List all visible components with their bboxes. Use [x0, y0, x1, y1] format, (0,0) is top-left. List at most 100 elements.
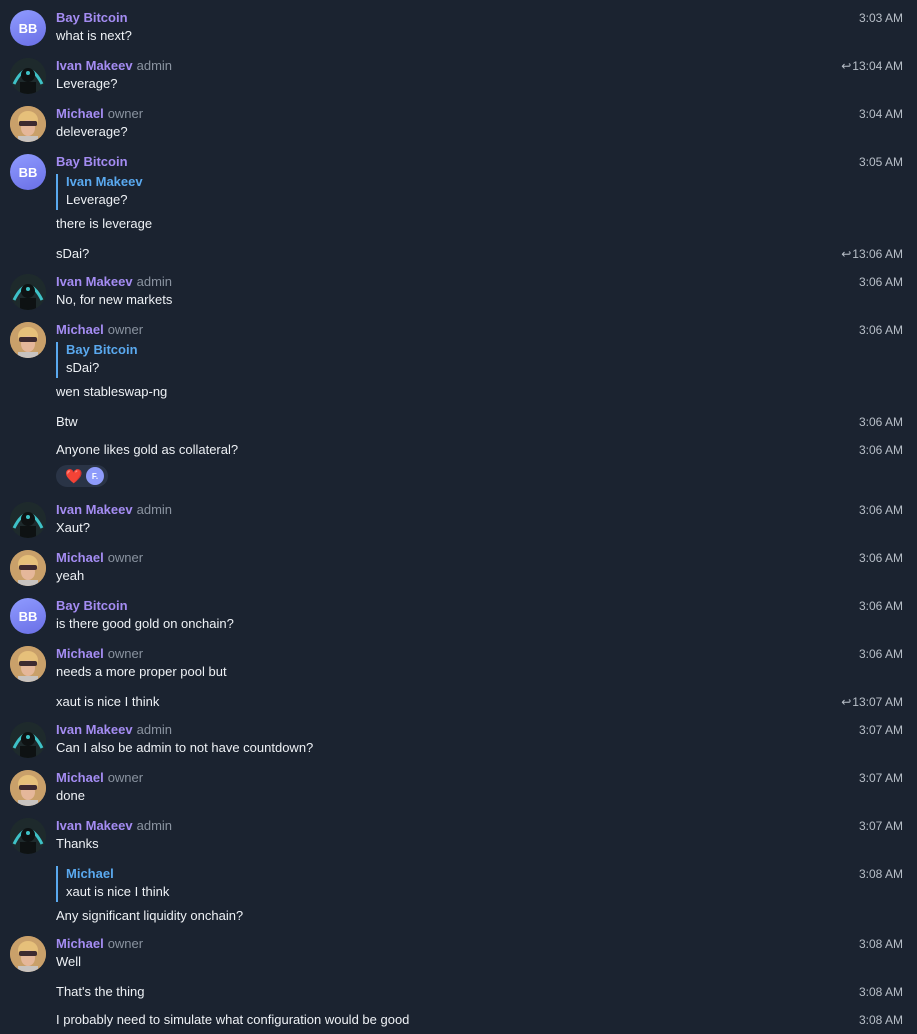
reactor-avatar: F.	[86, 467, 104, 485]
role-badge: admin	[136, 722, 173, 737]
message-text: wen stableswap-ng	[56, 384, 168, 399]
message-text: Can I also be admin to not have countdow…	[56, 740, 314, 755]
avatar[interactable]	[10, 106, 46, 142]
message-row: That's the thing 3:08 AM	[0, 982, 917, 1004]
quote-text: sDai?	[66, 360, 100, 375]
message-row: sDai? ↩13:06 AM	[0, 244, 917, 266]
message-time: 3:06 AM	[858, 551, 903, 565]
quoted-message[interactable]: Ivan Makeev Leverage?	[56, 174, 143, 210]
message-time: 3:06 AM	[858, 647, 903, 661]
message-row: Ivan Makeev admin No, for new markets 3:0…	[0, 272, 917, 316]
avatar[interactable]	[10, 58, 46, 94]
message-text: That's the thing	[56, 984, 145, 999]
message-time: 3:06 AM	[858, 443, 903, 457]
sender-name[interactable]: Michael owner	[56, 646, 143, 661]
message-row: I probably need to simulate what configu…	[0, 1010, 917, 1032]
message-time: 3:08 AM	[858, 985, 903, 999]
role-badge: owner	[107, 106, 144, 121]
role-badge: admin	[136, 502, 173, 517]
sender-name[interactable]: Michael owner	[56, 936, 143, 951]
avatar[interactable]	[10, 274, 46, 310]
message-time: 3:03 AM	[858, 11, 903, 25]
message-time: 3:06 AM	[858, 415, 903, 429]
message-text: Anyone likes gold as collateral?	[56, 442, 239, 457]
sender-name[interactable]: Michael owner	[56, 770, 143, 785]
message-text: Btw	[56, 414, 78, 429]
reply-arrow-icon: ↩	[841, 695, 852, 709]
avatar[interactable]: BB	[10, 598, 46, 634]
message-text: Leverage?	[56, 76, 118, 91]
reply-arrow-icon: ↩	[841, 59, 852, 73]
message-text: done	[56, 788, 85, 803]
sender-name[interactable]: Ivan Makeev admin	[56, 502, 172, 517]
avatar[interactable]	[10, 770, 46, 806]
message-time[interactable]: ↩13:06 AM	[841, 247, 903, 261]
avatar[interactable]	[10, 722, 46, 758]
message-time: 3:04 AM	[858, 107, 903, 121]
message-time: 3:05 AM	[858, 155, 903, 169]
message-text: yeah	[56, 568, 85, 583]
role-badge: owner	[107, 322, 144, 337]
message-time: 3:07 AM	[858, 771, 903, 785]
avatar[interactable]: BB	[10, 154, 46, 190]
message-time: 3:08 AM	[858, 867, 903, 881]
message-row: Ivan Makeev admin Xaut? 3:06 AM	[0, 500, 917, 544]
sender-name[interactable]: Bay Bitcoin	[56, 10, 128, 25]
reaction-chip[interactable]: ❤️ F.	[56, 465, 108, 487]
sender-name[interactable]: Ivan Makeev admin	[56, 274, 172, 289]
sender-name[interactable]: Michael owner	[56, 550, 143, 565]
message-time: 3:06 AM	[858, 275, 903, 289]
sender-name[interactable]: Ivan Makeev admin	[56, 818, 172, 833]
avatar[interactable]	[10, 936, 46, 972]
message-row: Michael owner deleverage? 3:04 AM	[0, 104, 917, 148]
quote-author: Michael	[66, 866, 114, 881]
message-text: needs a more proper pool but	[56, 664, 227, 679]
reply-count: 1	[852, 59, 859, 73]
role-badge: admin	[136, 58, 173, 73]
role-badge: admin	[136, 274, 173, 289]
message-time: 3:06 AM	[858, 323, 903, 337]
reply-arrow-icon: ↩	[841, 247, 852, 261]
quoted-message[interactable]: Bay Bitcoin sDai?	[56, 342, 138, 378]
quote-author: Ivan Makeev	[66, 174, 143, 189]
message-time: 3:08 AM	[858, 1013, 903, 1027]
role-badge: owner	[107, 770, 144, 785]
avatar[interactable]	[10, 646, 46, 682]
message-row: Ivan Makeev admin Leverage? ↩13:04 AM	[0, 56, 917, 100]
message-row: BB Bay Bitcoin what is next? 3:03 AM	[0, 8, 917, 52]
sender-name[interactable]: Bay Bitcoin	[56, 154, 128, 169]
message-time[interactable]: ↩13:04 AM	[841, 59, 903, 73]
sender-name[interactable]: Bay Bitcoin	[56, 598, 128, 613]
message-text: Any significant liquidity onchain?	[56, 908, 244, 923]
message-row: Anyone likes gold as collateral? 3:06 AM…	[0, 440, 917, 492]
message-row: Michael xaut is nice I think Any signifi…	[0, 864, 917, 926]
message-text: deleverage?	[56, 124, 128, 139]
avatar[interactable]	[10, 502, 46, 538]
message-row: Ivan Makeev admin Thanks 3:07 AM	[0, 816, 917, 860]
avatar[interactable]	[10, 322, 46, 358]
message-time: 3:08 AM	[858, 937, 903, 951]
quoted-message[interactable]: Michael xaut is nice I think	[56, 866, 169, 902]
heart-icon: ❤️	[65, 468, 83, 484]
role-badge: owner	[107, 646, 144, 661]
avatar[interactable]	[10, 550, 46, 586]
message-text: No, for new markets	[56, 292, 173, 307]
sender-name[interactable]: Michael owner	[56, 322, 143, 337]
message-row: xaut is nice I think ↩13:07 AM	[0, 692, 917, 714]
sender-name[interactable]: Ivan Makeev admin	[56, 58, 172, 73]
message-text: Well	[56, 954, 82, 969]
message-text: there is leverage	[56, 216, 153, 231]
role-badge: admin	[136, 818, 173, 833]
message-row: Btw 3:06 AM	[0, 412, 917, 434]
message-text: I probably need to simulate what configu…	[56, 1012, 410, 1027]
role-badge: owner	[107, 936, 144, 951]
message-time: 3:07 AM	[858, 819, 903, 833]
sender-name[interactable]: Michael owner	[56, 106, 143, 121]
avatar[interactable]	[10, 818, 46, 854]
message-time: 3:07 AM	[858, 723, 903, 737]
message-row: Michael owner needs a more proper pool bu…	[0, 644, 917, 688]
avatar[interactable]: BB	[10, 10, 46, 46]
message-time[interactable]: ↩13:07 AM	[841, 695, 903, 709]
message-text: Thanks	[56, 836, 99, 851]
sender-name[interactable]: Ivan Makeev admin	[56, 722, 172, 737]
